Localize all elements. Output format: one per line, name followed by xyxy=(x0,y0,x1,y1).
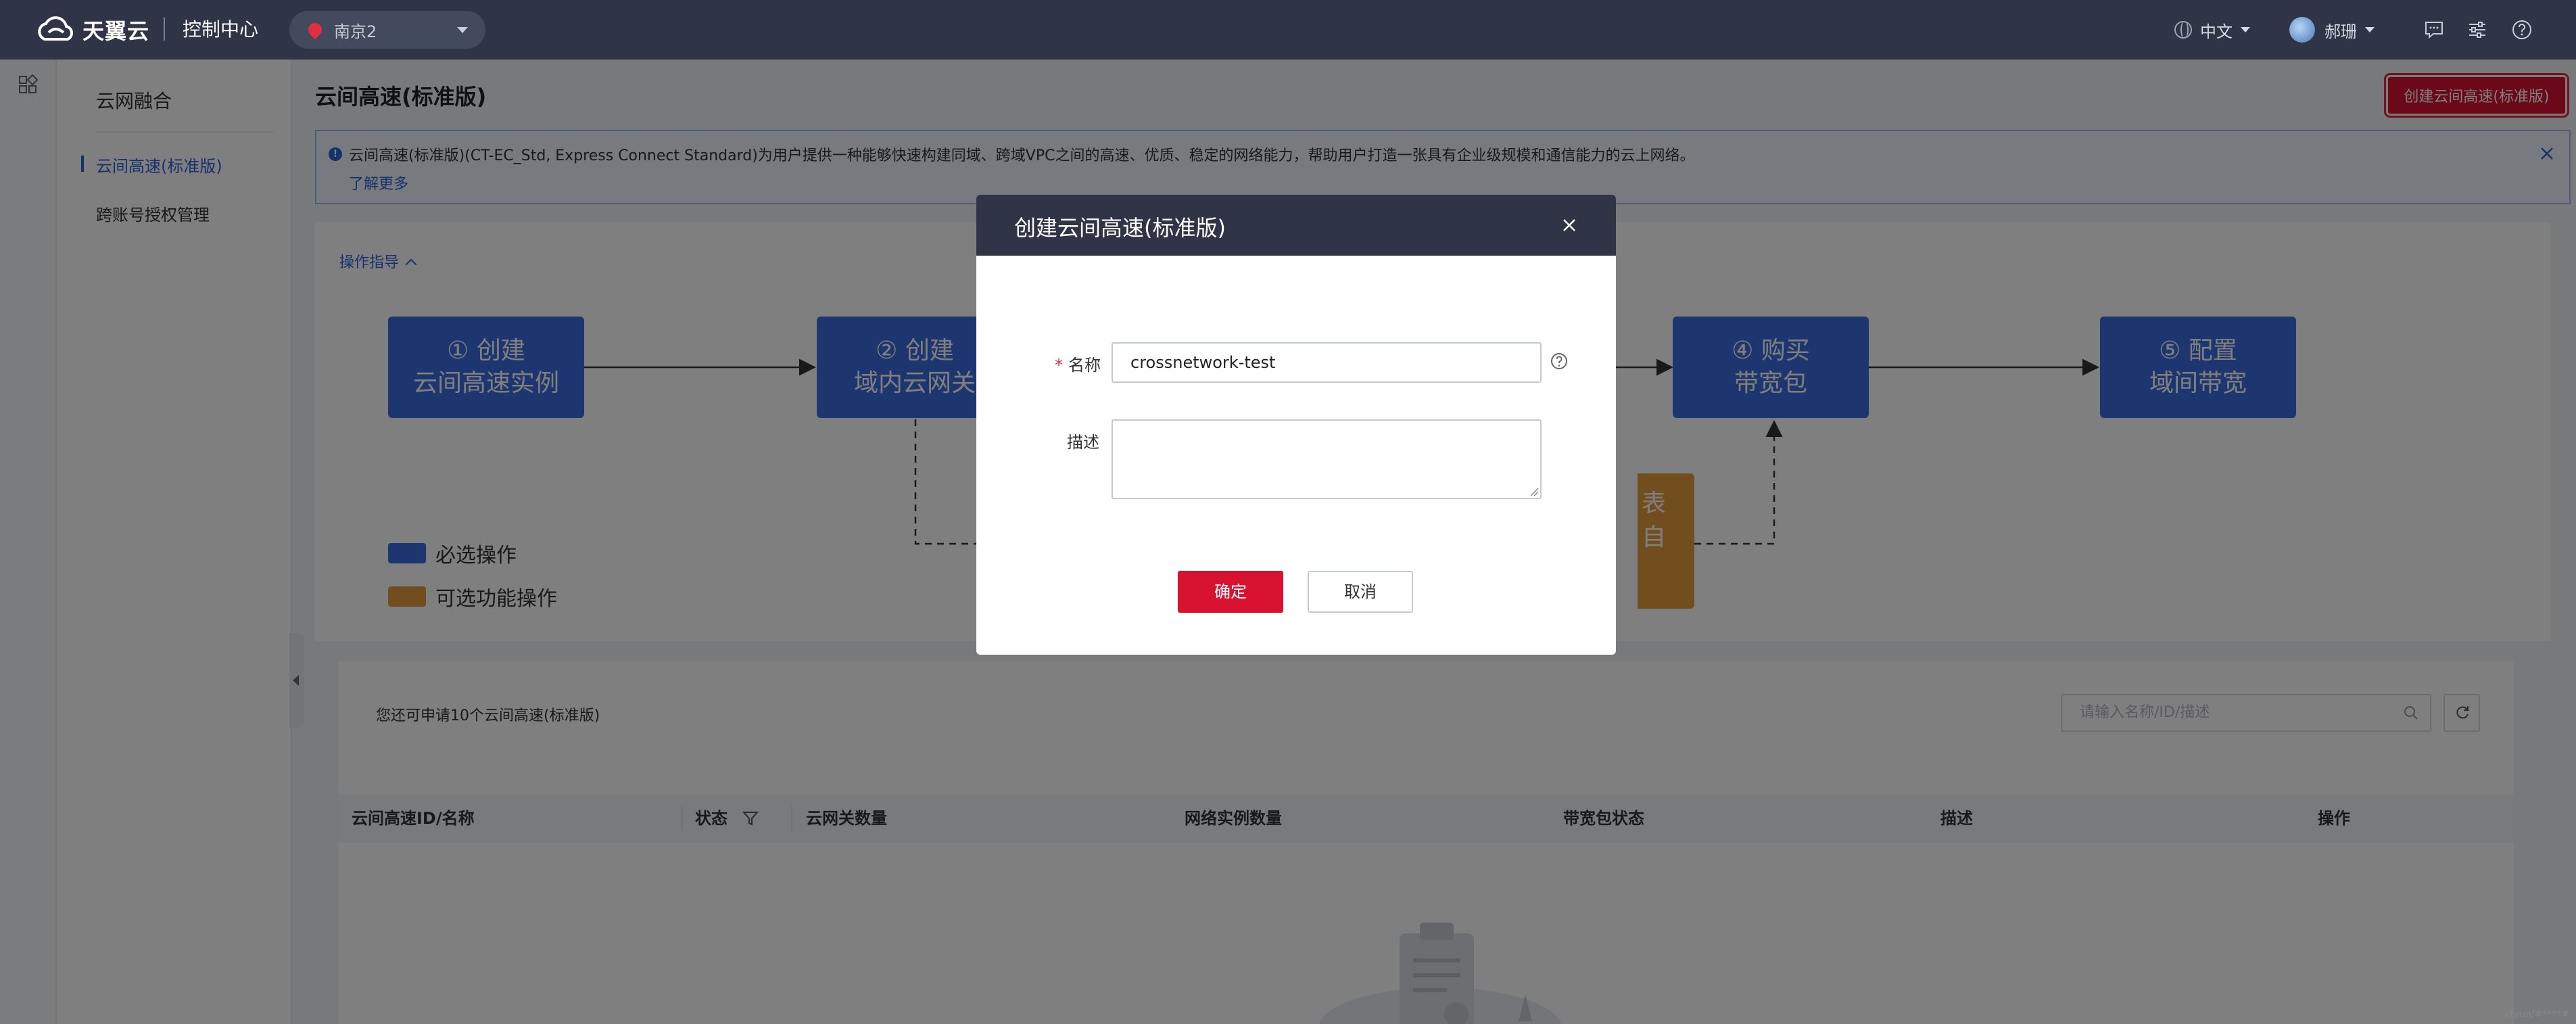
region-selector[interactable]: 南京2 xyxy=(289,11,485,49)
avatar xyxy=(2289,17,2315,43)
help-icon[interactable] xyxy=(2511,19,2533,41)
name-field[interactable]: crossnetwork-test xyxy=(1112,342,1542,383)
console-link[interactable]: 控制中心 xyxy=(183,16,258,43)
language-selector[interactable]: 中文 xyxy=(2174,0,2250,60)
brand-logo[interactable]: 天翼云 xyxy=(34,14,149,46)
divider xyxy=(164,18,165,41)
name-label-text: 名称 xyxy=(1068,356,1101,375)
close-icon[interactable] xyxy=(1559,215,1579,235)
dialog-header: 创建云间高速(标准版) xyxy=(976,195,1616,256)
top-navbar: 天翼云 控制中心 南京2 中文 郝珊 xyxy=(0,0,2576,60)
chevron-down-icon xyxy=(2365,27,2375,32)
globe-icon xyxy=(2174,21,2192,39)
resize-grip-icon[interactable] xyxy=(1528,486,1539,496)
cancel-button[interactable]: 取消 xyxy=(1308,571,1413,613)
message-icon[interactable] xyxy=(2423,19,2445,41)
chevron-down-icon xyxy=(457,27,468,33)
chevron-down-icon xyxy=(2241,27,2250,32)
settings-sliders-icon[interactable] xyxy=(2466,19,2488,41)
watermark: ctyun/#****# xyxy=(2504,1009,2569,1020)
required-marker: * xyxy=(1055,356,1063,375)
username: 郝珊 xyxy=(2324,22,2357,41)
help-icon[interactable] xyxy=(1550,352,1569,371)
location-pin-icon xyxy=(305,20,325,40)
dialog-title: 创建云间高速(标准版) xyxy=(1014,215,1226,241)
brand-name: 天翼云 xyxy=(82,18,150,44)
description-field-label: 描述 xyxy=(1067,433,1099,452)
name-field-label: * 名称 xyxy=(1055,352,1101,375)
description-field[interactable] xyxy=(1112,419,1542,499)
user-menu[interactable]: 郝珊 xyxy=(2289,0,2375,60)
create-dialog: 创建云间高速(标准版) * 名称 crossnetwork-test 描述 确定 … xyxy=(976,195,1616,655)
region-label: 南京2 xyxy=(334,22,377,41)
confirm-button[interactable]: 确定 xyxy=(1178,571,1283,613)
cloud-logo-icon xyxy=(38,16,74,41)
language-label: 中文 xyxy=(2200,22,2233,41)
